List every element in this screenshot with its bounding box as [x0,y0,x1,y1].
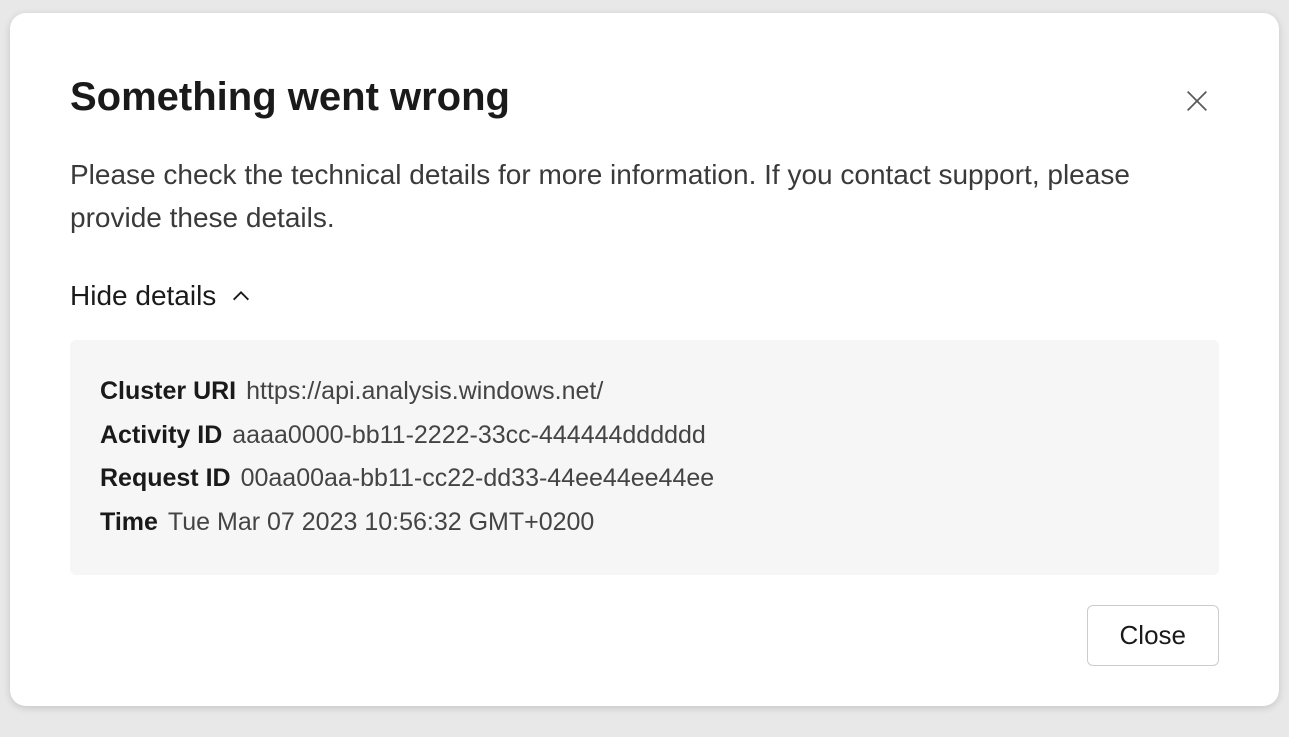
close-button[interactable]: Close [1087,605,1219,666]
error-dialog: Something went wrong Please check the te… [10,13,1279,706]
detail-row-activity-id: Activity ID aaaa0000-bb11-2222-33cc-4444… [100,414,1189,458]
details-toggle[interactable]: Hide details [70,280,252,312]
time-label: Time [100,501,158,545]
details-panel: Cluster URI https://api.analysis.windows… [70,340,1219,575]
dialog-description: Please check the technical details for m… [70,153,1219,240]
detail-row-cluster-uri: Cluster URI https://api.analysis.windows… [100,370,1189,414]
request-id-label: Request ID [100,457,231,501]
chevron-up-icon [230,285,252,307]
close-icon-button[interactable] [1175,79,1219,123]
cluster-uri-label: Cluster URI [100,370,236,414]
close-icon [1183,87,1211,115]
dialog-title: Something went wrong [70,73,510,121]
dialog-header: Something went wrong [70,73,1219,123]
request-id-value: 00aa00aa-bb11-cc22-dd33-44ee44ee44ee [241,457,715,501]
dialog-footer: Close [70,605,1219,666]
detail-row-request-id: Request ID 00aa00aa-bb11-cc22-dd33-44ee4… [100,457,1189,501]
activity-id-value: aaaa0000-bb11-2222-33cc-444444dddddd [232,414,706,458]
details-toggle-label: Hide details [70,280,216,312]
detail-row-time: Time Tue Mar 07 2023 10:56:32 GMT+0200 [100,501,1189,545]
cluster-uri-value: https://api.analysis.windows.net/ [246,370,603,414]
activity-id-label: Activity ID [100,414,222,458]
time-value: Tue Mar 07 2023 10:56:32 GMT+0200 [168,501,594,545]
